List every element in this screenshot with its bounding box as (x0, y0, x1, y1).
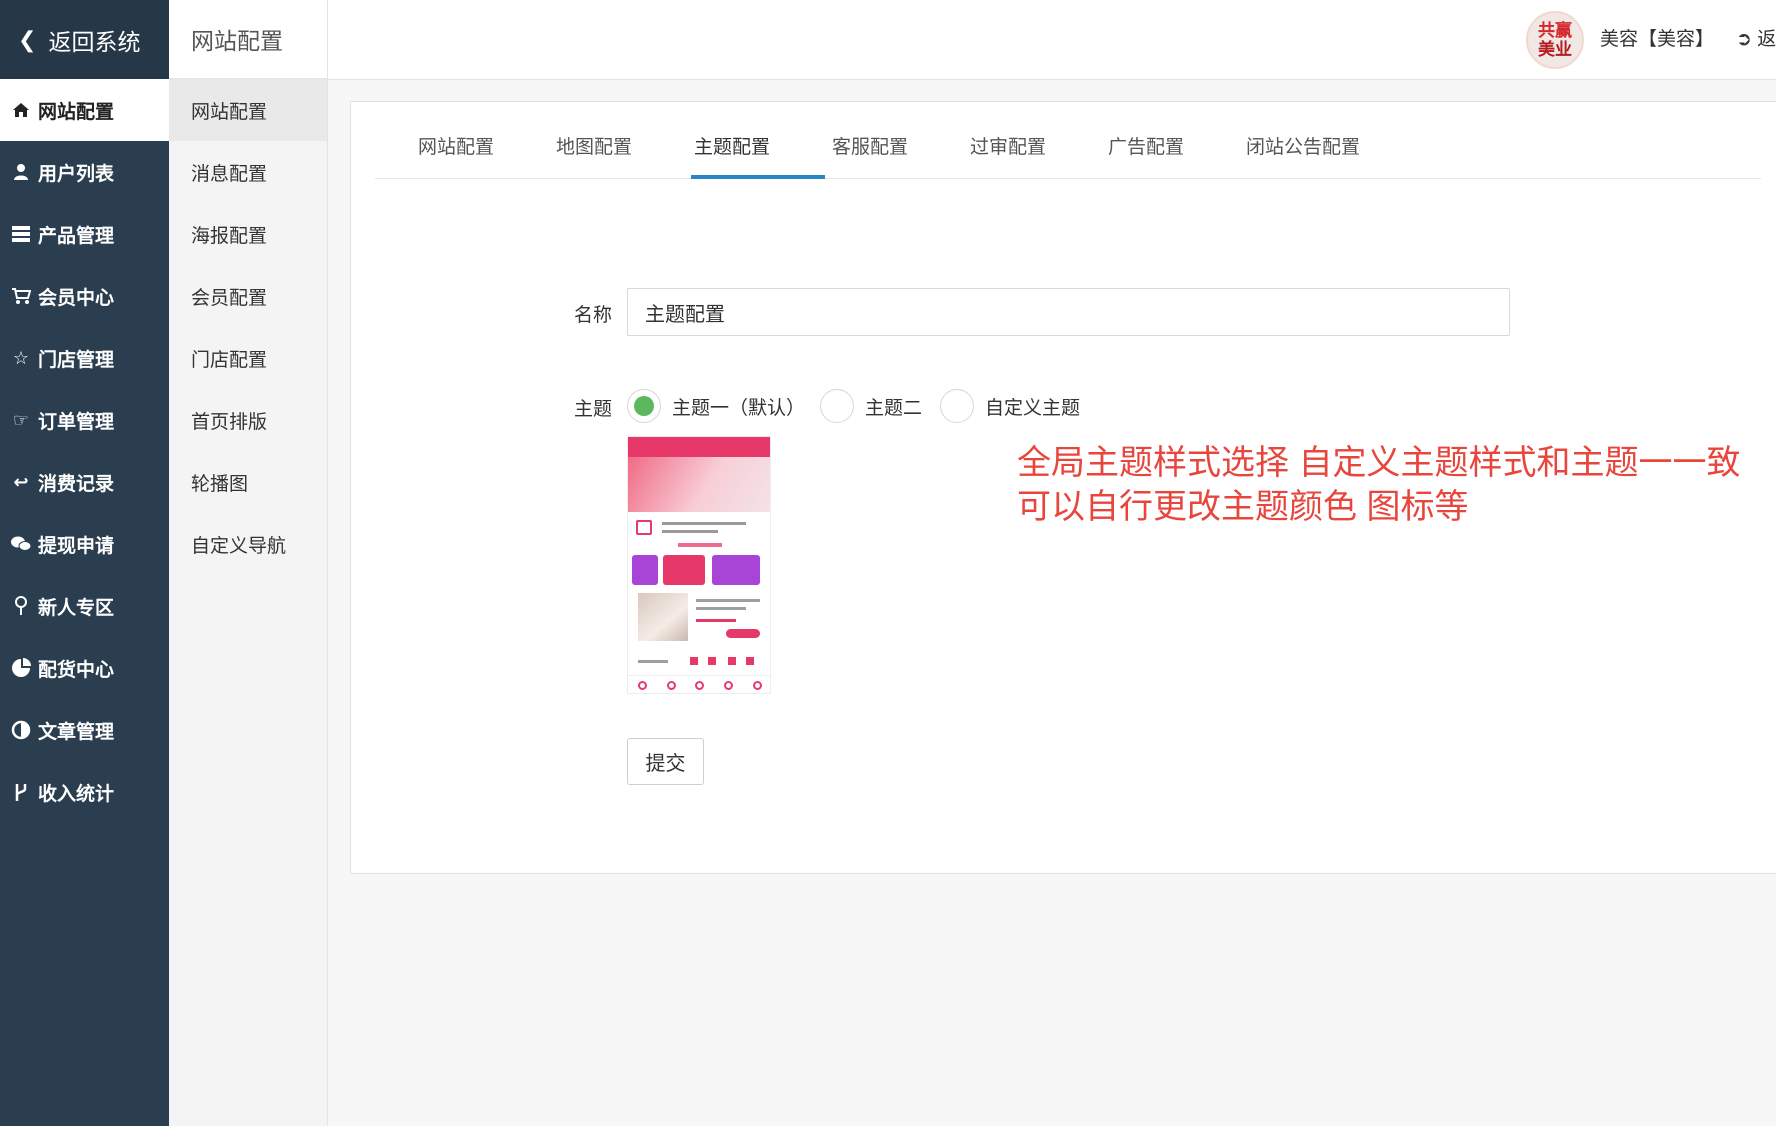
config-tabs: 网站配置 地图配置 主题配置 客服配置 过审配置 广告配置 闭站公告配置 (375, 102, 1761, 179)
top-header: 共赢 美业 美容【美容】 ➲ 返 (328, 0, 1776, 80)
cart-icon (8, 287, 34, 305)
radio-dot (634, 396, 654, 416)
sidebar-item-withdraw[interactable]: 提现申请 (0, 513, 169, 575)
sidebar-item-users[interactable]: 用户列表 (0, 141, 169, 203)
sidebar-item-members[interactable]: 会员中心 (0, 265, 169, 327)
tab-ad-config[interactable]: 广告配置 (1108, 132, 1184, 159)
username[interactable]: 美容【美容】 (1600, 24, 1714, 51)
preview-address-row (636, 517, 764, 539)
preview-product-image (638, 593, 688, 641)
reply-icon: ↩ (13, 471, 29, 492)
star-icon: ☆ (12, 347, 30, 368)
preview-coupon-cards (632, 555, 768, 585)
tab-theme-config[interactable]: 主题配置 (694, 132, 770, 159)
sign-out-icon: ➲ (1736, 29, 1752, 50)
home-icon (8, 102, 34, 118)
annotation-text: 全局主题样式选择 自定义主题样式和主题一一致 可以自行更改主题颜色 图标等 (1017, 444, 1741, 526)
sidebar-item-orders[interactable]: ☞ 订单管理 (0, 389, 169, 451)
sidebar-item-income[interactable]: 收入统计 (0, 761, 169, 823)
subnav-item-site-config[interactable]: 网站配置 (169, 79, 327, 141)
server-icon (8, 225, 34, 243)
avatar-line1: 共赢 (1538, 21, 1572, 40)
hand-right-icon: ☞ (12, 409, 30, 430)
tab-service-config[interactable]: 客服配置 (832, 132, 908, 159)
subnav-item-message-config[interactable]: 消息配置 (169, 141, 327, 203)
theme-label: 主题 (574, 399, 613, 420)
name-label: 名称 (574, 305, 613, 326)
fork-icon (8, 782, 34, 802)
avatar-line2: 美业 (1538, 40, 1572, 59)
tab-closure-notice-config[interactable]: 闭站公告配置 (1246, 132, 1360, 159)
subnav-item-store-config[interactable]: 门店配置 (169, 327, 327, 389)
main-sidebar: ❮ 返回系统 网站配置 用户列表 产品管理 会员中心 ☆ 门店管理 ☞ 订单管理… (0, 0, 169, 1126)
radio-custom-theme-label: 自定义主题 (985, 397, 1081, 419)
theme-preview-image (627, 436, 771, 694)
active-tab-indicator (691, 175, 825, 179)
back-label: 返回系统 (48, 28, 141, 55)
sidebar-item-newcomer[interactable]: 新人专区 (0, 575, 169, 637)
avatar[interactable]: 共赢 美业 (1526, 11, 1584, 69)
back-to-system-button[interactable]: ❮ 返回系统 (0, 0, 169, 79)
tab-review-config[interactable]: 过审配置 (970, 132, 1046, 159)
subnav-item-poster-config[interactable]: 海报配置 (169, 203, 327, 265)
submit-button[interactable]: 提交 (627, 738, 704, 785)
radio-theme-one-label: 主题一（默认） (672, 397, 806, 419)
contrast-icon (8, 720, 34, 740)
preview-banner (628, 457, 770, 512)
tab-site-config[interactable]: 网站配置 (418, 132, 494, 159)
subnav-item-custom-nav[interactable]: 自定义导航 (169, 513, 327, 575)
pie-chart-icon (8, 658, 34, 678)
pin-icon (8, 596, 34, 616)
sidebar-item-distribution[interactable]: 配货中心 (0, 637, 169, 699)
tab-map-config[interactable]: 地图配置 (556, 132, 632, 159)
subnav-item-member-config[interactable]: 会员配置 (169, 265, 327, 327)
chat-icon (8, 535, 34, 553)
name-input[interactable] (627, 288, 1510, 336)
logout-label: 返 (1757, 29, 1776, 50)
preview-buy-button (726, 629, 760, 638)
radio-circle[interactable] (940, 389, 974, 423)
radio-theme-two[interactable]: 主题二 (820, 389, 922, 423)
subnav-title: 网站配置 (169, 0, 327, 79)
radio-theme-one[interactable]: 主题一（默认） (627, 389, 805, 423)
radio-circle-checked[interactable] (627, 389, 661, 423)
calendar-icon (636, 520, 652, 535)
subnav-item-home-layout[interactable]: 首页排版 (169, 389, 327, 451)
radio-circle[interactable] (820, 389, 854, 423)
sidebar-item-articles[interactable]: 文章管理 (0, 699, 169, 761)
sidebar-item-stores[interactable]: ☆ 门店管理 (0, 327, 169, 389)
sidebar-item-site-config[interactable]: 网站配置 (0, 79, 169, 141)
preview-status-bar (628, 437, 770, 457)
preview-section-title (678, 543, 722, 547)
sidebar-item-consumption[interactable]: ↩ 消费记录 (0, 451, 169, 513)
sidebar-item-products[interactable]: 产品管理 (0, 203, 169, 265)
logout-button[interactable]: ➲ 返 (1736, 24, 1776, 51)
radio-custom-theme[interactable]: 自定义主题 (940, 389, 1080, 423)
chevron-left-icon: ❮ (18, 26, 37, 52)
subnav-item-carousel[interactable]: 轮播图 (169, 451, 327, 513)
preview-tab-bar (628, 675, 770, 693)
radio-theme-two-label: 主题二 (865, 397, 923, 419)
sub-sidebar: 网站配置 网站配置 消息配置 海报配置 会员配置 门店配置 首页排版 轮播图 自… (169, 0, 328, 1126)
user-icon (8, 163, 34, 181)
preview-countdown-row (638, 657, 762, 665)
